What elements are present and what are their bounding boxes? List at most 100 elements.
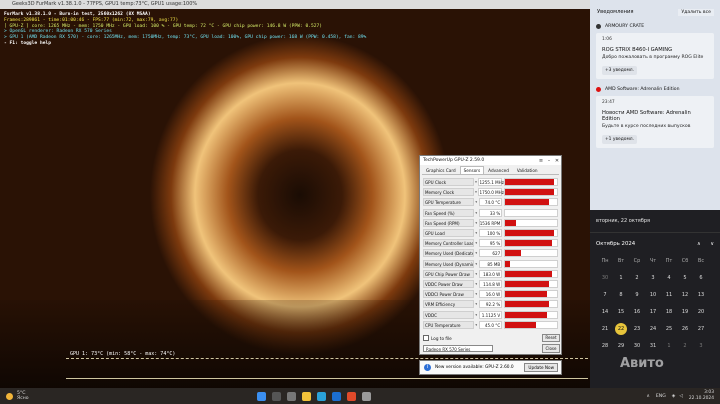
sensor-row: VDDC Power Draw ▾ 114.8 W [423,279,558,289]
notification-app-armoury[interactable]: ARMOURY CRATE [590,24,720,29]
calendar-day[interactable]: 18 [661,304,677,321]
edge-icon[interactable] [317,391,326,401]
sensor-label: Fan Speed (RPM) [423,218,474,227]
file-explorer-icon[interactable] [302,391,311,401]
calendar-day[interactable]: 16 [629,304,645,321]
calendar-day[interactable]: 9 [629,287,645,304]
sensor-list: GPU Clock ▾ 1255.1 MHz Memory Clock ▾ 1750.0 … [423,177,558,330]
notification-card[interactable]: 23:47 Новости AMD Software: Adrenalin Ed… [596,96,714,148]
log-to-file-checkbox[interactable] [423,335,429,341]
calendar-day[interactable]: 31 [645,338,661,355]
tab-validation[interactable]: Validation [513,166,542,174]
sensor-value: 33 % [478,208,503,217]
calendar-day[interactable]: 4 [661,270,677,287]
sensor-label: GPU Chip Power Draw [423,269,474,278]
sensor-graph-fill [505,280,550,287]
notification-time: 1:06 [602,37,612,42]
calendar-day[interactable]: 1 [613,270,629,287]
chevron-up-icon[interactable]: ∧ [646,394,649,399]
tab-graphics-card[interactable]: Graphics Card [422,166,460,174]
chevron-up-icon[interactable]: ∧ [697,241,701,247]
tab-advanced[interactable]: Advanced [484,166,513,174]
sensor-graph [504,290,558,299]
calendar-day[interactable]: 21 [597,321,613,338]
more-notifications-button[interactable]: +1 уведомл. [602,135,637,144]
calendar-day[interactable]: 15 [613,304,629,321]
language-indicator[interactable]: ENG [656,394,666,399]
calendar-day[interactable]: 6 [693,270,709,287]
sensor-graph-fill [505,230,555,237]
calendar-day[interactable]: 30 [629,338,645,355]
calendar-day[interactable]: 3 [645,270,661,287]
calendar-day[interactable]: 17 [645,304,661,321]
tab-sensors[interactable]: Sensors [459,166,485,174]
calendar-day[interactable]: 27 [693,321,709,338]
minimize-icon[interactable]: – [545,158,553,164]
calendar-day[interactable]: 30 [597,270,613,287]
sensor-label: GPU Clock [423,178,474,187]
calendar-day[interactable]: 14 [597,304,613,321]
calendar-day[interactable]: 23 [629,321,645,338]
taskbar-clock[interactable]: 3:03 22.10.2024 [689,390,714,401]
chevron-down-icon[interactable]: ∨ [710,241,714,247]
log-to-file-label: Log to file [431,335,452,341]
weather-widget[interactable]: 5°C Ясно [0,391,96,402]
close-icon[interactable]: ✕ [553,158,561,164]
clock-date: 22.10.2024 [688,396,714,401]
calendar-day[interactable]: 7 [597,287,613,304]
sensor-value: 183.0 W [478,269,503,278]
reset-button[interactable]: Reset [542,334,560,342]
notification-card[interactable]: 1:06 ROG STRIX B460-I GAMING Добро пожал… [596,33,714,79]
calendar-day[interactable]: 2 [677,338,693,355]
sensor-label: VDDCI Power Draw [423,290,474,299]
calendar-day[interactable]: 28 [597,338,613,355]
sensor-graph [504,178,558,187]
device-select[interactable]: Radeon RX 570 Series [423,344,493,352]
calendar-day[interactable]: 1 [661,338,677,355]
update-now-button[interactable]: Update Now [524,363,558,372]
calendar-day[interactable]: 2 [629,270,645,287]
sensor-value: 16.0 W [478,290,503,299]
close-button[interactable]: Close [542,343,560,353]
gpuz-tabs: Graphics Card Sensors Advanced Validation [422,166,559,175]
calendar-day[interactable]: 29 [613,338,629,355]
gpuz-taskbar-icon[interactable] [362,391,371,401]
calendar-day[interactable]: 20 [693,304,709,321]
calendar-day[interactable]: 26 [677,321,693,338]
sensor-label: Memory Controller Load [423,239,474,248]
gpuz-title-bar[interactable]: TechPowerUp GPU-Z 2.59.0 ≡ – ✕ [420,156,561,165]
calendar-day[interactable]: 19 [677,304,693,321]
calendar-month[interactable]: Октябрь 2024 [596,241,635,247]
weekday-label: Ср [633,258,641,264]
sensor-graph [504,310,558,319]
start-icon[interactable] [257,391,266,401]
avito-watermark: Авито [620,356,664,371]
notification-title: ROG STRIX B460-I GAMING [602,47,673,53]
calendar-day[interactable]: 25 [661,321,677,338]
calendar-day[interactable]: 13 [693,287,709,304]
more-notifications-button[interactable]: +3 уведомл. [602,66,637,75]
menu-icon[interactable]: ≡ [537,158,545,164]
calendar-day[interactable]: 8 [613,287,629,304]
sensor-graph [504,239,558,248]
sensor-graph [504,218,558,227]
calendar-day[interactable]: 12 [677,287,693,304]
clear-all-button[interactable]: Удалить все [678,9,714,16]
notification-app-amd[interactable]: AMD Software: Adrenalin Edition [590,87,720,92]
sensor-value: 627 [478,249,503,258]
update-banner: i New version available: GPU-Z 2.60.0 Up… [419,360,562,375]
volume-icon[interactable]: ◁ [679,394,683,399]
furmark-taskbar-icon[interactable] [347,391,356,401]
armoury-crate-icon [596,24,601,29]
store-icon[interactable] [332,391,341,401]
calendar-day-today[interactable]: 22 [613,321,629,338]
calendar-day[interactable]: 10 [645,287,661,304]
network-icon[interactable]: ◈ [672,394,676,399]
calendar-day[interactable]: 5 [677,270,693,287]
task-view-icon[interactable] [287,391,296,401]
calendar-day[interactable]: 11 [661,287,677,304]
gpuz-window: TechPowerUp GPU-Z 2.59.0 ≡ – ✕ Graphics … [419,155,562,355]
search-icon[interactable] [272,391,281,401]
calendar-day[interactable]: 24 [645,321,661,338]
calendar-day[interactable]: 3 [693,338,709,355]
